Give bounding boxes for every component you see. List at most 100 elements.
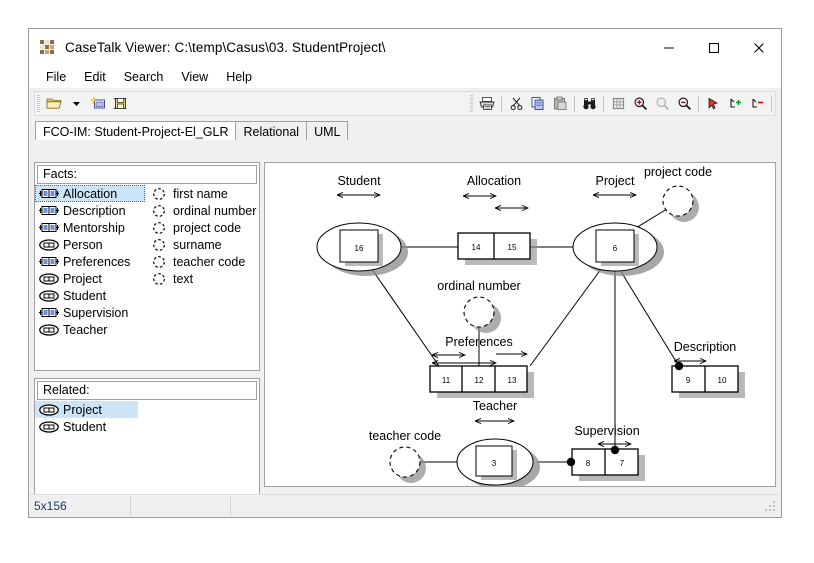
label-type-label: ordinal number	[437, 279, 520, 293]
zoom-out-icon[interactable]	[673, 93, 695, 114]
tab-fco-im[interactable]: FCO-IM: Student-Project-El_GLR	[35, 121, 237, 140]
cut-scissors-icon[interactable]	[505, 93, 527, 114]
toolbar-grip[interactable]	[37, 95, 40, 112]
save-icon[interactable]	[109, 93, 131, 114]
list-item[interactable]: teacher code	[145, 253, 256, 270]
window-title: CaseTalk Viewer: C:\temp\Casus\03. Stude…	[65, 40, 386, 55]
list-item[interactable]: text	[145, 270, 256, 287]
role-cell: 14	[472, 243, 481, 252]
list-item[interactable]: Student	[35, 287, 145, 304]
list-item[interactable]: Allocation	[35, 185, 145, 202]
toolbar-separator-2	[574, 95, 575, 112]
label-type-label: project code	[644, 165, 712, 179]
facts-column-right: first name ordinal number project code s…	[145, 185, 256, 338]
list-item[interactable]: Project	[35, 270, 145, 287]
related-panel-header: Related:	[37, 381, 257, 400]
label-type-icon	[148, 255, 170, 268]
list-item[interactable]: project code	[145, 219, 256, 236]
toolbar-separator-5	[771, 95, 772, 112]
object-type-project[interactable]: 6 Project	[572, 174, 664, 276]
role-cell: 7	[620, 459, 625, 468]
list-item-label: ordinal number	[173, 203, 257, 218]
new-document-icon[interactable]	[87, 93, 109, 114]
object-type-label: Teacher	[473, 399, 517, 413]
list-item-label: Student	[63, 288, 107, 303]
object-type-teacher[interactable]: 3 Teacher	[456, 399, 540, 486]
fact-type-allocation[interactable]: 14 15 Allocation	[457, 174, 537, 265]
resize-grip[interactable]	[763, 499, 777, 513]
casetalk-viewer-window: CaseTalk Viewer: C:\temp\Casus\03. Stude…	[28, 28, 782, 518]
list-item[interactable]: first name	[145, 185, 256, 202]
menu-help[interactable]: Help	[217, 68, 261, 86]
view-tabs: FCO-IM: Student-Project-El_GLR Relationa…	[35, 120, 781, 140]
related-list: Project Student	[35, 400, 259, 435]
dropdown-arrow-icon[interactable]	[65, 93, 87, 114]
fact-type-preferences[interactable]: 11 12 13 Preferences	[429, 335, 534, 398]
collapse-node-icon[interactable]	[746, 93, 768, 114]
fact-type-label: Supervision	[574, 424, 639, 438]
label-type-label: teacher code	[369, 429, 441, 443]
label-type-icon	[148, 221, 170, 234]
menu-file[interactable]: File	[37, 68, 75, 86]
paste-icon[interactable]	[549, 93, 571, 114]
expand-node-icon[interactable]	[724, 93, 746, 114]
copy-icon[interactable]	[527, 93, 549, 114]
fact-type-icon	[38, 204, 60, 217]
object-type-icon	[38, 323, 60, 336]
list-item-label: Person	[63, 237, 103, 252]
label-type-icon	[148, 272, 170, 285]
tab-relational[interactable]: Relational	[235, 121, 308, 140]
status-cell-3	[230, 496, 763, 515]
role-cell: 11	[442, 376, 451, 385]
label-type-project-code[interactable]: project code	[644, 165, 712, 222]
list-item[interactable]: Teacher	[35, 321, 145, 338]
list-item-label: Student	[63, 419, 107, 434]
connector-project-preferences	[529, 264, 605, 367]
zoom-in-icon[interactable]	[629, 93, 651, 114]
label-type-ordinal-number[interactable]: ordinal number	[437, 279, 521, 333]
object-type-student[interactable]: 16 Student	[316, 174, 408, 276]
grid-fit-icon[interactable]	[607, 93, 629, 114]
fact-type-icon	[38, 221, 60, 234]
toolbar-separator-1	[501, 95, 502, 112]
menu-edit[interactable]: Edit	[75, 68, 115, 86]
binoculars-find-icon[interactable]	[578, 93, 600, 114]
fact-type-label: Preferences	[445, 335, 512, 349]
maximize-button[interactable]	[691, 29, 736, 66]
fact-type-icon	[38, 306, 60, 319]
tab-uml[interactable]: UML	[306, 121, 349, 140]
fact-type-label: Description	[674, 340, 737, 354]
list-item[interactable]: Supervision	[35, 304, 145, 321]
open-folder-icon[interactable]	[43, 93, 65, 114]
list-item[interactable]: Mentorship	[35, 219, 145, 236]
fact-type-supervision[interactable]: 8 7 Supervision	[566, 424, 645, 481]
list-item-label: project code	[173, 220, 242, 235]
toolbar-separator-3	[603, 95, 604, 112]
list-item[interactable]: Description	[35, 202, 145, 219]
list-item[interactable]: Student	[35, 418, 259, 435]
list-item[interactable]: surname	[145, 236, 256, 253]
fco-im-diagram[interactable]: 16 Student 14 15 Allocation 6 Project pr…	[265, 163, 775, 486]
object-type-icon	[38, 272, 60, 285]
casetalk-checker-icon	[40, 40, 55, 55]
close-button[interactable]	[736, 29, 781, 66]
fact-type-description[interactable]: 9 10 Description	[671, 340, 745, 398]
list-item[interactable]: Person	[35, 236, 145, 253]
object-type-icon	[38, 238, 60, 251]
role-number: 3	[492, 459, 497, 468]
minimize-button[interactable]	[646, 29, 691, 66]
zoom-reset-icon[interactable]	[651, 93, 673, 114]
diagram-canvas-panel[interactable]: 16 Student 14 15 Allocation 6 Project pr…	[264, 162, 776, 487]
object-type-icon	[38, 420, 60, 433]
list-item[interactable]: Preferences	[35, 253, 145, 270]
select-arrow-icon[interactable]	[702, 93, 724, 114]
menu-view[interactable]: View	[172, 68, 217, 86]
list-item[interactable]: ordinal number	[145, 202, 256, 219]
print-icon[interactable]	[476, 93, 498, 114]
list-item[interactable]: Project	[35, 401, 138, 418]
label-type-teacher-code[interactable]: teacher code	[369, 429, 441, 483]
list-item-label: Project	[63, 271, 102, 286]
fact-type-label: Allocation	[467, 174, 521, 188]
toolbar-grip-2[interactable]	[470, 95, 473, 112]
menu-search[interactable]: Search	[115, 68, 173, 86]
